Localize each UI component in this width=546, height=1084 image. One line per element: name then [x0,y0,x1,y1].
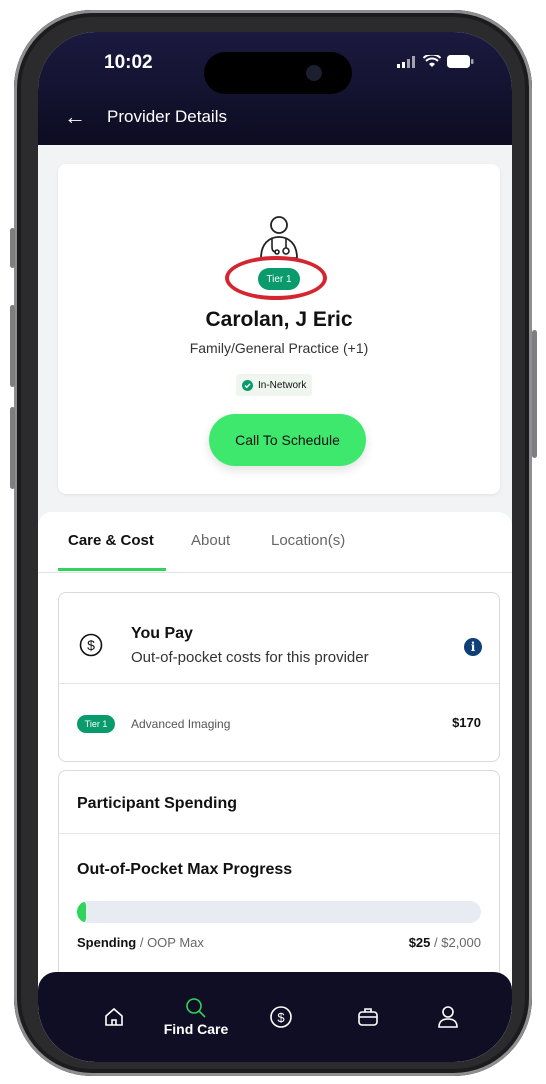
svg-text:$: $ [277,1010,285,1025]
volume-up-button [10,305,15,387]
dollar-icon: $ [270,1006,292,1028]
participant-spending-card: Participant Spending Out-of-Pocket Max P… [58,770,500,1000]
spent-amount: $25 [408,935,431,950]
nav-home[interactable] [96,972,132,1062]
spending-title: Participant Spending [77,795,238,812]
status-time: 10:02 [104,52,153,73]
briefcase-icon [358,1008,378,1026]
network-badge: In-Network [236,374,313,396]
legend-max: OOP Max [147,935,204,950]
dollar-circle-icon: $ [79,633,103,657]
progress-legend: Spending / OOP Max [77,935,204,950]
wifi-icon [423,55,441,67]
home-icon [105,1007,123,1026]
nav-costs[interactable]: $ [263,972,299,1062]
tab-bar: Care & Cost About Location(s) [38,512,512,573]
status-icons [397,55,474,68]
provider-specialty: Family/General Practice (+1) [189,340,369,356]
volume-down-button [10,407,15,489]
nav-find-care[interactable]: Find Care [156,972,236,1062]
tab-care-cost[interactable]: Care & Cost [68,532,154,549]
bottom-nav: Find Care $ [38,972,512,1062]
doctor-icon [260,216,298,259]
tab-locations[interactable]: Location(s) [271,532,345,549]
nav-profile[interactable] [430,972,466,1062]
nav-benefits[interactable] [350,972,386,1062]
service-name: Advanced Imaging [131,717,231,731]
you-pay-card: $ You Pay Out-of-pocket costs for this p… [58,592,500,762]
active-tab-indicator [58,568,166,571]
call-to-schedule-button[interactable]: Call To Schedule [209,414,366,466]
divider [59,683,499,684]
battery-icon [447,55,474,68]
profile-icon [438,1006,458,1028]
oop-progress-title: Out-of-Pocket Max Progress [77,861,293,878]
signal-icon [397,55,415,68]
info-icon[interactable]: i [464,638,482,656]
network-label: In-Network [258,379,307,391]
legend-separator: / [136,935,148,950]
you-pay-title: You Pay [131,625,193,642]
nav-find-care-label: Find Care [163,1021,229,1037]
provider-card: Tier 1 Carolan, J Eric Family/General Pr… [58,164,500,494]
dynamic-island [204,52,352,94]
app-header: 10:02 ← Provider Details [38,32,512,145]
oop-progress-bar [77,901,481,923]
search-icon [186,998,206,1018]
camera-icon [306,65,322,81]
max-amount: $2,000 [441,935,481,950]
mute-switch [10,228,15,268]
page-title: Provider Details [107,107,227,126]
service-price: $170 [452,715,481,730]
divider [59,833,499,834]
progress-value: $25 / $2,000 [409,935,481,950]
power-button [532,330,537,458]
tab-about[interactable]: About [191,532,230,549]
back-arrow-icon[interactable]: ← [64,104,86,130]
legend-spending: Spending [77,935,137,950]
you-pay-subtitle: Out-of-pocket costs for this provider [131,649,369,666]
check-circle-icon [242,379,253,391]
value-separator: / [430,935,442,950]
highlight-circle [225,256,327,300]
screen: 10:02 ← Provider Details Tier 1 Carolan,… [38,32,512,1062]
svg-text:$: $ [87,637,95,653]
provider-name: Carolan, J Eric [205,308,353,331]
oop-progress-fill [77,901,87,923]
tier-badge-small: Tier 1 [77,715,115,733]
